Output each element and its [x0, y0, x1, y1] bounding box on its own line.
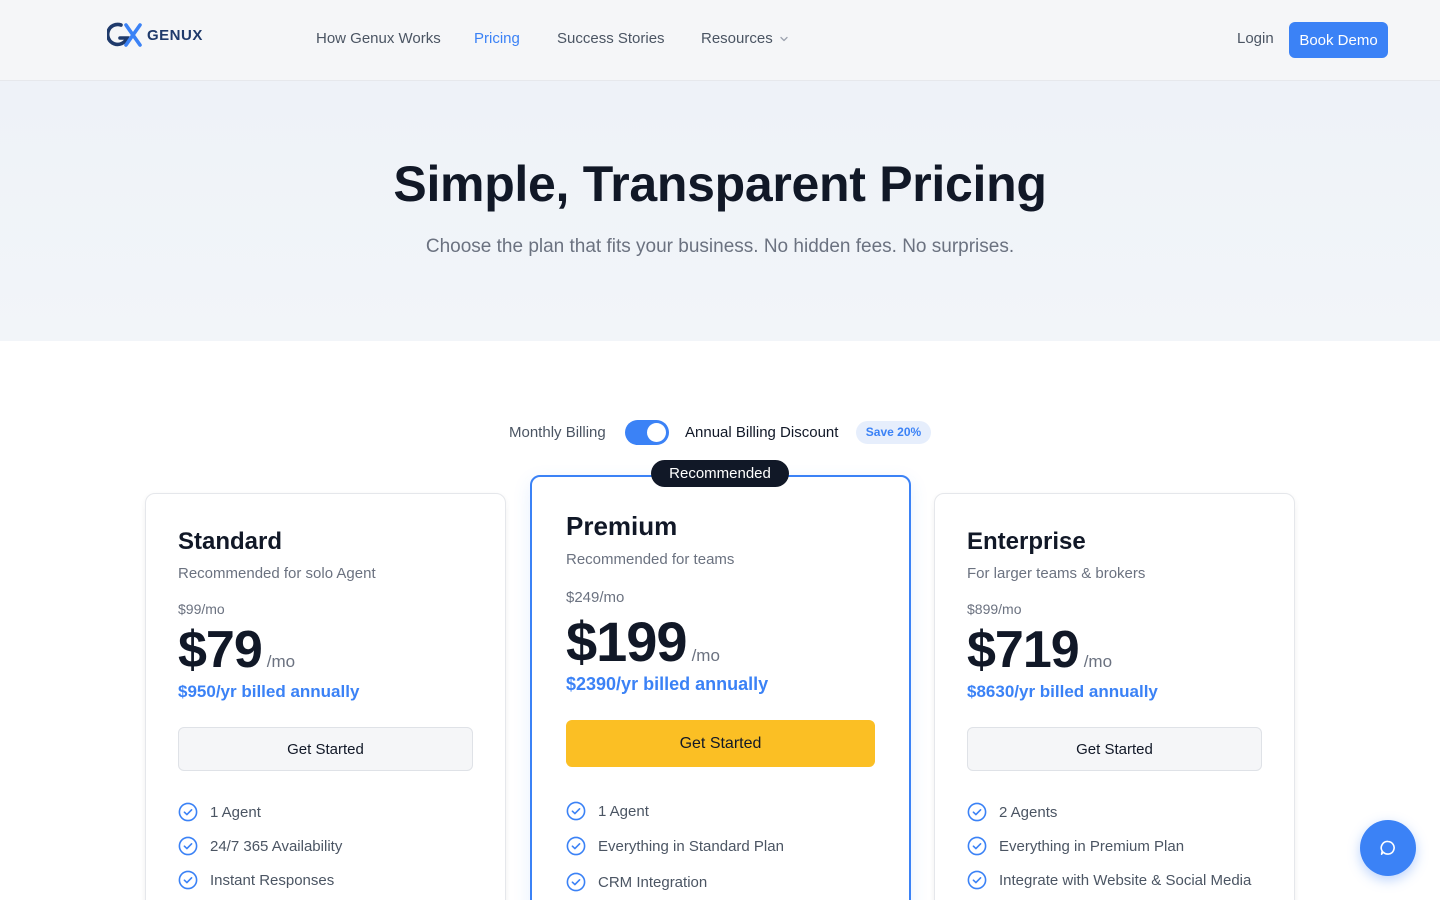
plan-annual-price: $8630/yr billed annually — [967, 682, 1158, 701]
plan-monthly-price: $99/mo — [178, 601, 225, 617]
plan-price: $79 /mo — [178, 620, 295, 680]
page-title: Simple, Transparent Pricing — [393, 156, 1047, 212]
plan-price-period: /mo — [1083, 652, 1113, 671]
check-circle-icon — [967, 836, 987, 856]
plan-price-amount: $199 — [566, 610, 688, 673]
chat-bubble-icon — [1380, 840, 1395, 855]
plan-subtitle: For larger teams & brokers — [967, 565, 1146, 582]
plan-card-premium: Premium Recommended for teams $249/mo $1… — [530, 475, 911, 900]
check-circle-icon — [566, 872, 586, 892]
get-started-button-premium[interactable]: Get Started — [566, 720, 875, 767]
plan-card-enterprise: Enterprise For larger teams & brokers $8… — [934, 493, 1295, 900]
feature-text: CRM Integration — [598, 873, 708, 891]
feature-item: 24/7 365 Availability — [178, 836, 342, 856]
billing-toggle-switch[interactable] — [625, 420, 669, 445]
logo-text: GENUX — [147, 26, 203, 44]
feature-item: 1 Agent — [178, 802, 261, 822]
page-subtitle: Choose the plan that fits your business.… — [425, 236, 1015, 257]
feature-item: 2 Agents — [967, 802, 1057, 822]
feature-text: Instant Responses — [210, 871, 335, 889]
plan-price-amount: $719 — [967, 621, 1080, 679]
feature-text: Everything in Standard Plan — [598, 837, 784, 855]
plan-subtitle: Recommended for teams — [566, 551, 735, 568]
plan-name: Enterprise — [967, 528, 1086, 555]
plan-price-period: /mo — [691, 646, 720, 665]
nav-how-genux-works[interactable]: How Genux Works — [316, 30, 474, 47]
get-started-button-standard[interactable]: Get Started — [178, 727, 473, 771]
site-header: GENUX How Genux Works Pricing Success St… — [0, 0, 1440, 81]
feature-text: 1 Agent — [210, 803, 261, 821]
feature-item: Instant Responses — [178, 870, 334, 890]
feature-text: 2 Agents — [999, 803, 1058, 821]
pricing-hero: Simple, Transparent Pricing Choose the p… — [0, 81, 1440, 341]
feature-item: Integrate with Website & Social Media — [967, 870, 1251, 890]
feature-text: Everything in Premium Plan — [999, 837, 1185, 855]
plan-subtitle: Recommended for solo Agent — [178, 565, 376, 582]
feature-item: CRM Integration — [566, 872, 707, 892]
feature-text: Integrate with Website & Social Media — [999, 871, 1252, 889]
feature-text: 1 Agent — [598, 802, 649, 820]
check-circle-icon — [178, 802, 198, 822]
plan-name: Standard — [178, 528, 283, 555]
feature-item: Everything in Standard Plan — [566, 836, 784, 856]
nav-pricing[interactable]: Pricing — [474, 30, 557, 47]
monthly-billing-label[interactable]: Monthly Billing — [509, 424, 606, 441]
toggle-knob — [647, 423, 666, 442]
check-circle-icon — [178, 870, 198, 890]
feature-item: Everything in Premium Plan — [967, 836, 1184, 856]
check-circle-icon — [967, 870, 987, 890]
nav-success-stories[interactable]: Success Stories — [557, 30, 701, 47]
nav-resources-label: Resources — [701, 30, 773, 47]
chevron-down-icon — [780, 36, 788, 41]
feature-item: 1 Agent — [566, 801, 649, 821]
get-started-button-enterprise[interactable]: Get Started — [967, 727, 1262, 771]
genux-logo[interactable]: GENUX — [107, 22, 203, 48]
plan-name: Premium — [566, 511, 678, 541]
genux-logo-mark-icon — [107, 22, 142, 47]
recommended-badge: Recommended — [651, 460, 789, 487]
plan-monthly-price: $249/mo — [566, 589, 625, 606]
plan-annual-price: $2390/yr billed annually — [566, 674, 769, 694]
main-nav: How Genux Works Pricing Success Stories … — [316, 30, 789, 47]
plan-card-standard: Standard Recommended for solo Agent $99/… — [145, 493, 506, 900]
check-circle-icon — [178, 836, 198, 856]
plan-monthly-price: $899/mo — [967, 601, 1022, 617]
plan-annual-price: $950/yr billed annually — [178, 682, 360, 701]
check-circle-icon — [967, 802, 987, 822]
login-link[interactable]: Login — [1237, 30, 1274, 47]
plan-price-amount: $79 — [178, 621, 263, 679]
nav-resources[interactable]: Resources — [701, 30, 789, 47]
plan-price: $719 /mo — [967, 620, 1112, 680]
plan-price: $199 /mo — [566, 609, 720, 674]
book-demo-button[interactable]: Book Demo — [1289, 22, 1388, 58]
annual-billing-label[interactable]: Annual Billing Discount — [685, 424, 838, 441]
check-circle-icon — [566, 801, 586, 821]
plan-price-period: /mo — [266, 652, 296, 671]
feature-text: 24/7 365 Availability — [210, 837, 343, 855]
chat-button[interactable] — [1360, 820, 1416, 876]
check-circle-icon — [566, 836, 586, 856]
billing-toggle-row: Monthly Billing Annual Billing Discount … — [0, 420, 1440, 446]
save-badge: Save 20% — [856, 421, 931, 444]
